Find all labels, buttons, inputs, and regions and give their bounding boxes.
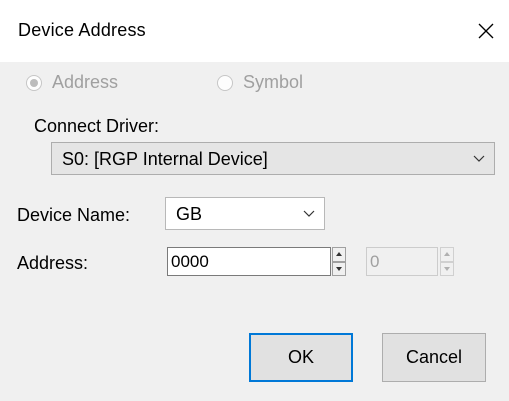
cancel-button[interactable]: Cancel: [382, 333, 486, 382]
chevron-down-icon: [303, 210, 315, 217]
address-radio[interactable]: Address: [26, 72, 118, 93]
device-address-dialog: Device Address Address Symbol Connect Dr…: [0, 0, 509, 401]
triangle-down-icon: [336, 266, 342, 271]
title-bar: Device Address: [0, 0, 509, 62]
symbol-radio-circle: [217, 74, 233, 91]
triangle-up-icon: [444, 252, 450, 257]
bit-spin-down-button: [440, 261, 454, 276]
triangle-up-icon: [336, 252, 342, 257]
address-label: Address:: [17, 253, 89, 273]
bit-input: 0: [366, 247, 438, 276]
dialog-body: Address Symbol Connect Driver: S0: [RGP …: [0, 62, 509, 401]
address-input-value: 0000: [171, 252, 209, 271]
connect-driver-value: S0: [RGP Internal Device]: [62, 149, 268, 169]
triangle-down-icon: [444, 266, 450, 271]
connect-driver-dropdown[interactable]: S0: [RGP Internal Device]: [51, 142, 495, 175]
address-input[interactable]: 0000: [167, 247, 331, 276]
bit-input-value: 0: [370, 252, 380, 271]
address-radio-circle: [26, 74, 42, 91]
symbol-radio[interactable]: Symbol: [217, 72, 303, 93]
address-radio-label: Address: [52, 72, 119, 92]
ok-button-label: OK: [287, 347, 314, 367]
chevron-down-icon: [473, 155, 485, 162]
symbol-radio-label: Symbol: [243, 72, 304, 92]
bit-spin-up-button: [440, 247, 454, 262]
dialog-title: Device Address: [18, 20, 146, 40]
cancel-button-label: Cancel: [405, 347, 463, 367]
bit-spinner: [440, 247, 454, 276]
address-radio-selected-dot: [30, 78, 38, 87]
address-spin-down-button[interactable]: [332, 261, 346, 276]
close-button[interactable]: [469, 14, 503, 48]
connect-driver-label: Connect Driver:: [34, 116, 160, 136]
address-spin-up-button[interactable]: [332, 247, 346, 262]
close-icon: [478, 23, 494, 39]
device-name-dropdown[interactable]: GB: [165, 197, 325, 230]
device-name-value: GB: [176, 204, 203, 224]
ok-button[interactable]: OK: [249, 333, 353, 382]
address-spinner[interactable]: [332, 247, 346, 276]
device-name-label: Device Name:: [17, 205, 131, 225]
